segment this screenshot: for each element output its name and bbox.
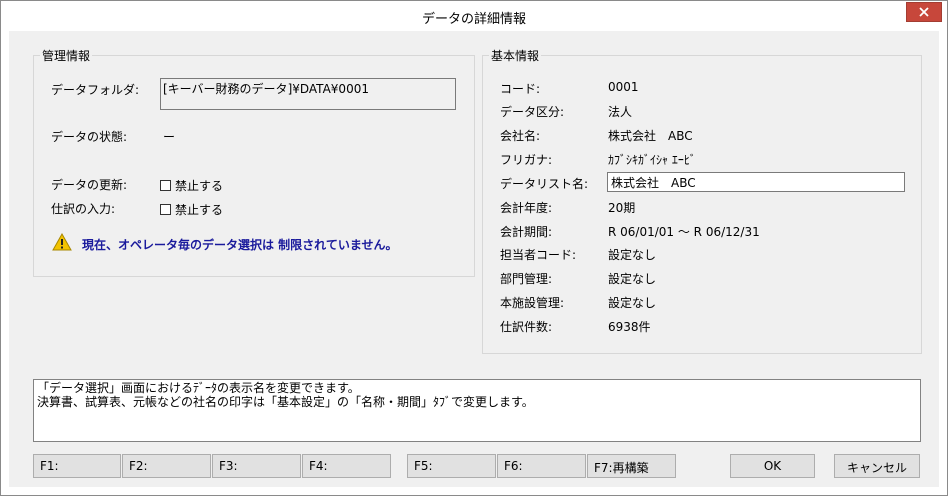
window-title: データの詳細情報 xyxy=(421,12,526,27)
update-checkbox-box[interactable] xyxy=(160,180,171,191)
branch-label: 本施設管理: xyxy=(500,296,565,310)
folder-field: [キーバー財務のデータ]¥DATA¥0001 xyxy=(160,78,456,110)
close-icon xyxy=(919,7,929,17)
update-checkbox-label[interactable]: 禁止する xyxy=(175,177,223,194)
basic-info-group-title: 基本情報 xyxy=(489,47,542,64)
company-value: 株式会社 ABC xyxy=(608,129,693,143)
close-button[interactable] xyxy=(906,2,942,22)
entry-label: 仕訳の入力: xyxy=(51,202,116,216)
title-bar[interactable]: データの詳細情報 xyxy=(1,1,947,31)
f6-button[interactable]: F6: xyxy=(497,454,586,478)
entry-checkbox[interactable]: 禁止する xyxy=(160,201,223,218)
f7-rebuild-button[interactable]: F7:再構築 xyxy=(587,454,676,478)
list-name-input[interactable] xyxy=(607,172,905,192)
message-box: 「データ選択」画面におけるﾃﾞｰﾀの表示名を変更できます。 決算書、試算表、元帳… xyxy=(33,379,921,442)
code-label: コード: xyxy=(500,82,541,96)
f1-button[interactable]: F1: xyxy=(33,454,121,478)
state-label: データの状態: xyxy=(51,130,128,144)
branch-value: 設定なし xyxy=(608,296,657,310)
period-label: 会計期間: xyxy=(500,225,553,239)
folder-label: データフォルダ: xyxy=(51,83,140,97)
staff-code-value: 設定なし xyxy=(608,248,657,262)
category-label: データ区分: xyxy=(500,105,565,119)
state-value: ー xyxy=(163,130,176,144)
management-group-title: 管理情報 xyxy=(40,47,93,64)
message-line-1: 「データ選択」画面におけるﾃﾞｰﾀの表示名を変更できます。 xyxy=(37,381,360,395)
cancel-button[interactable]: キャンセル xyxy=(834,454,920,478)
list-name-label: データリスト名: xyxy=(500,177,589,191)
folder-value: [キーバー財務のデータ]¥DATA¥0001 xyxy=(163,82,369,96)
fiscal-year-label: 会計年度: xyxy=(500,201,553,215)
f5-button[interactable]: F5: xyxy=(407,454,496,478)
code-value: 0001 xyxy=(608,80,639,94)
staff-code-label: 担当者コード: xyxy=(500,248,577,262)
f3-button[interactable]: F3: xyxy=(212,454,301,478)
fiscal-year-value: 20期 xyxy=(608,201,636,215)
message-line-2: 決算書、試算表、元帳などの社名の印字は「基本設定」の「名称・期間」ﾀﾌﾞで変更し… xyxy=(37,395,534,409)
f2-button[interactable]: F2: xyxy=(122,454,211,478)
ok-button[interactable]: OK xyxy=(730,454,815,478)
warning-icon xyxy=(52,233,72,251)
entries-label: 仕訳件数: xyxy=(500,320,553,334)
furigana-value: ｶﾌﾞｼｷｶﾞｲｼｬ ｴｰﾋﾞ xyxy=(608,153,696,167)
dialog-window: データの詳細情報 管理情報 データフォルダ: [キーバー財務のデータ]¥DATA… xyxy=(0,0,948,496)
dept-label: 部門管理: xyxy=(500,272,553,286)
entry-checkbox-box[interactable] xyxy=(160,204,171,215)
company-label: 会社名: xyxy=(500,129,541,143)
period-value: R 06/01/01 ～ R 06/12/31 xyxy=(608,225,760,239)
warning-message: 現在、オペレータ毎のデータ選択は 制限されていません。 xyxy=(82,238,398,252)
furigana-label: フリガナ: xyxy=(500,153,553,167)
category-value: 法人 xyxy=(608,105,633,119)
dept-value: 設定なし xyxy=(608,272,657,286)
f4-button[interactable]: F4: xyxy=(302,454,391,478)
entries-value: 6938件 xyxy=(608,320,651,334)
update-label: データの更新: xyxy=(51,178,128,192)
entry-checkbox-label[interactable]: 禁止する xyxy=(175,201,223,218)
update-checkbox[interactable]: 禁止する xyxy=(160,177,223,194)
dialog-client: 管理情報 データフォルダ: [キーバー財務のデータ]¥DATA¥0001 データ… xyxy=(9,31,939,487)
